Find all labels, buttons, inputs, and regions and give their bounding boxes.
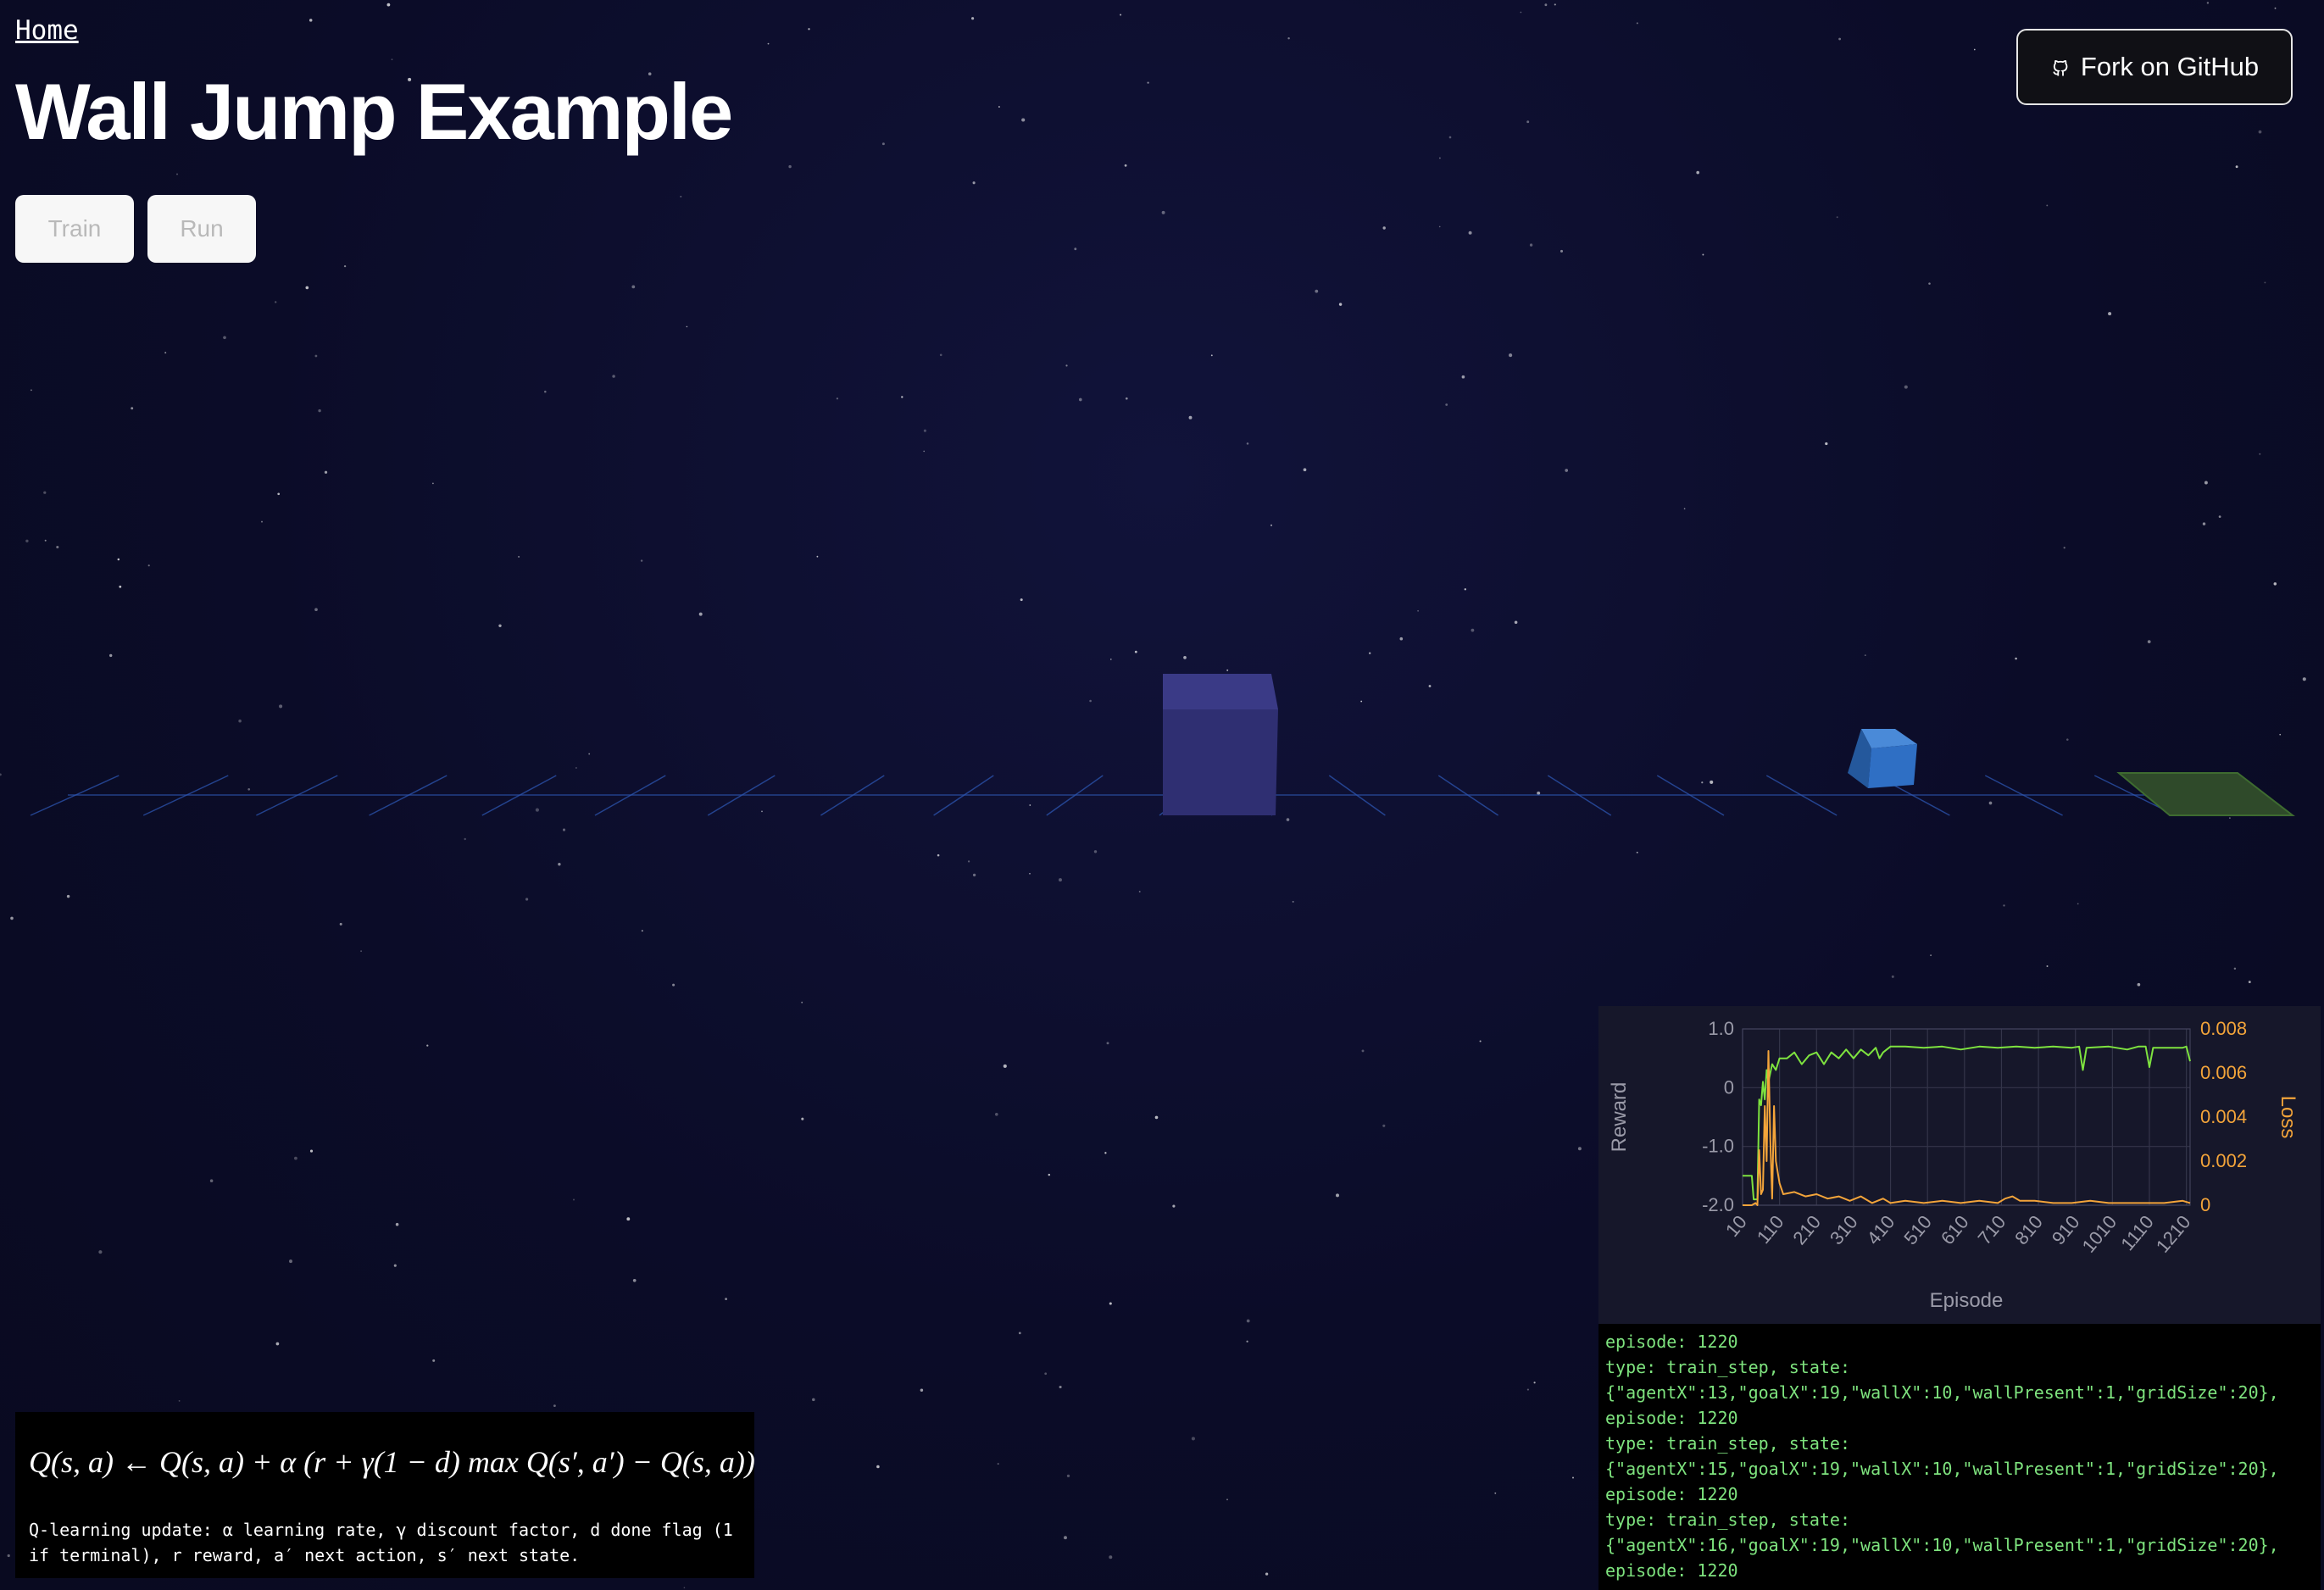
run-button[interactable]: Run <box>147 195 256 263</box>
reward-tick-label: 1.0 <box>1708 1018 1734 1039</box>
grid-floor <box>30 775 2289 816</box>
episode-tick-label: 710 <box>1974 1211 2010 1248</box>
reward-series-line <box>1743 1045 2191 1201</box>
loss-tick-label: 0.008 <box>2200 1018 2247 1039</box>
home-link[interactable]: Home <box>15 15 79 46</box>
log-line: {"agentX":16,"goalX":19,"wallX":10,"wall… <box>1605 1535 2279 1555</box>
episode-tick-label: 10 <box>1721 1211 1751 1241</box>
log-line: type: train_step, state: <box>1605 1357 1850 1377</box>
log-lines: episode: 1220 type: train_step, state: {"a… <box>1605 1329 2314 1583</box>
episode-tick-label: 1110 <box>2116 1211 2158 1254</box>
loss-series-line <box>1743 1050 2191 1206</box>
episode-tick-label: 1210 <box>2152 1211 2195 1257</box>
fork-on-github-label: Fork on GitHub <box>2080 52 2260 81</box>
x-axis-label: Episode <box>1930 1289 2004 1312</box>
reward-tick-label: 0 <box>1724 1076 1734 1098</box>
episode-tick-label: 610 <box>1937 1211 1973 1248</box>
loss-axis-label: Loss <box>2277 1096 2299 1139</box>
log-line: type: train_step, state: <box>1605 1433 1850 1454</box>
training-chart-panel: 1.0 0 -1.0 -2.0 0.008 0.006 0.004 0.002 0 10 110 21… <box>1598 1006 2321 1324</box>
loss-tick-label: 0.006 <box>2200 1062 2247 1083</box>
github-icon <box>2053 60 2068 76</box>
episode-tick-label: 210 <box>1788 1211 1825 1248</box>
formula-panel: Q(s, a) ← Q(s, a) + α (r + γ(1 − d) max … <box>15 1412 755 1578</box>
page-title: Wall Jump Example <box>15 67 733 156</box>
fork-on-github-button[interactable]: Fork on GitHub <box>2016 29 2293 105</box>
log-line: type: train_step, state: <box>1605 1509 1850 1530</box>
q-learning-equation: Q(s, a) ← Q(s, a) + α (r + γ(1 − d) max … <box>29 1445 755 1479</box>
reward-tick-label: -2.0 <box>1702 1194 1734 1215</box>
agent-front-face <box>1868 744 1917 788</box>
wall-front-face <box>1163 709 1278 815</box>
training-log-panel[interactable]: episode: 1220 type: train_step, state: {"a… <box>1598 1324 2321 1590</box>
log-line: {"agentX":15,"goalX":19,"wallX":10,"wall… <box>1605 1459 2279 1479</box>
loss-tick-label: 0 <box>2200 1194 2210 1215</box>
log-line: episode: 1220 <box>1605 1484 1738 1504</box>
episode-tick-label: 310 <box>1826 1211 1862 1248</box>
training-chart: 1.0 0 -1.0 -2.0 0.008 0.006 0.004 0.002 0 10 110 21… <box>1608 1018 2299 1312</box>
agent-cube <box>1848 729 1917 788</box>
reward-axis-label: Reward <box>1608 1082 1631 1153</box>
wall <box>1163 674 1278 815</box>
formula-note: Q-learning update: α learning rate, γ di… <box>29 1520 733 1565</box>
wall-top-face <box>1163 674 1278 709</box>
log-line: episode: 1220 <box>1605 1408 1738 1428</box>
train-button[interactable]: Train <box>15 195 134 263</box>
loss-tick-label: 0.004 <box>2200 1106 2247 1127</box>
episode-tick-label: 1010 <box>2078 1211 2121 1257</box>
loss-tick-label: 0.002 <box>2200 1150 2247 1171</box>
reward-tick-label: -1.0 <box>1702 1136 1734 1157</box>
episode-tick-label: 510 <box>1899 1211 1936 1248</box>
goal-zone <box>2116 772 2295 816</box>
episode-tick-label: 810 <box>2010 1211 2047 1248</box>
episode-tick-label: 410 <box>1863 1211 1899 1248</box>
episode-tick-label: 110 <box>1753 1211 1788 1248</box>
log-line: episode: 1220 <box>1605 1331 1738 1352</box>
log-line: episode: 1220 <box>1605 1560 1738 1581</box>
log-line: {"agentX":13,"goalX":19,"wallX":10,"wall… <box>1605 1382 2279 1403</box>
